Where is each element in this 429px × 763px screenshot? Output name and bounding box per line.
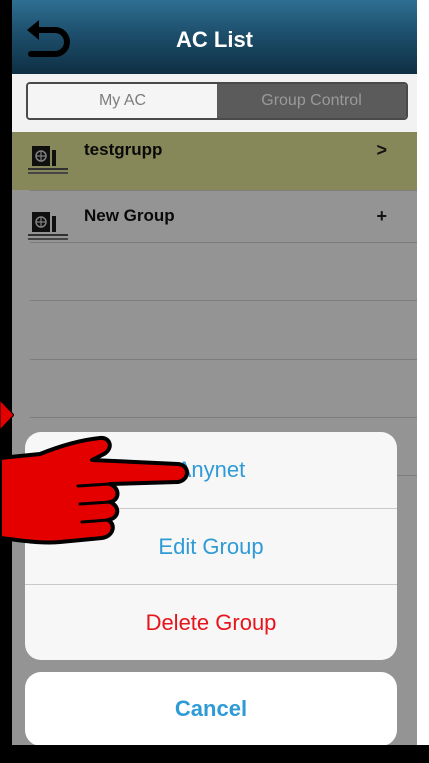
header-bar: AC List (12, 0, 417, 74)
frame-left-edge (0, 0, 12, 763)
tab-my-ac[interactable]: My AC (28, 84, 217, 118)
cancel-button[interactable]: Cancel (25, 672, 397, 746)
delete-group-button[interactable]: Delete Group (25, 585, 397, 660)
frame-bottom-edge (0, 745, 429, 763)
back-button[interactable] (20, 16, 76, 60)
tab-group-control[interactable]: Group Control (217, 84, 406, 118)
segmented-control: My AC Group Control (26, 82, 408, 120)
pointer-arrow-icon (0, 400, 14, 430)
pointing-hand-icon (0, 435, 189, 545)
segment-row: My AC Group Control (12, 74, 417, 132)
frame-right-edge (417, 0, 429, 763)
back-arrow-icon (27, 20, 70, 57)
